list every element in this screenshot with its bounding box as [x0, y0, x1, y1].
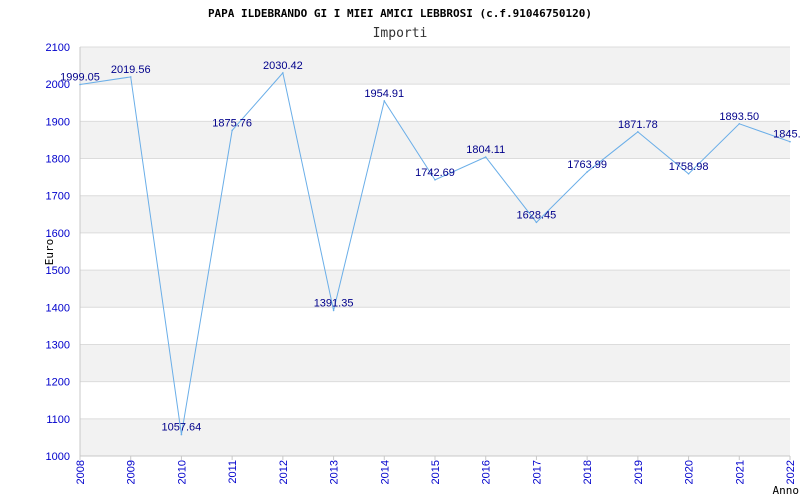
chart-subtitle: Importi [373, 26, 428, 41]
grid-band [80, 270, 790, 308]
x-tick-label: 2017 [531, 460, 543, 484]
grid-band [80, 195, 790, 233]
y-axis-label: Euro [43, 239, 56, 266]
data-point [129, 76, 132, 78]
y-tick-label: 1700 [46, 191, 70, 203]
data-point [484, 156, 487, 158]
y-tick-label: 1100 [46, 414, 70, 426]
x-tick-label: 2019 [633, 460, 645, 484]
x-tick-label: 2008 [75, 460, 87, 484]
data-point [180, 433, 183, 436]
data-label: 1804.11 [466, 144, 505, 156]
data-label: 1875.76 [212, 117, 252, 129]
data-point [586, 171, 588, 173]
y-tick-label: 1300 [46, 339, 70, 351]
data-point [332, 309, 335, 312]
data-label: 2030.42 [263, 60, 303, 72]
y-tick-label: 2100 [46, 42, 70, 54]
data-point [79, 83, 81, 86]
gridlines [80, 46, 790, 457]
x-tick-label: 2016 [481, 460, 493, 484]
grid-band [80, 47, 790, 85]
x-axis-label: Anno [773, 484, 800, 497]
x-tick-label: 2013 [329, 460, 341, 484]
data-label: 1742.69 [415, 167, 455, 179]
data-label: 1057.64 [162, 422, 202, 434]
data-label: 1999.05 [60, 72, 100, 84]
x-tick-label: 2011 [227, 460, 239, 484]
data-label: 1758.98 [669, 161, 709, 173]
data-point [383, 100, 386, 102]
data-label: 1763.99 [567, 159, 607, 171]
x-tick-label: 2021 [734, 460, 746, 484]
data-point [637, 131, 639, 133]
background-bands [80, 47, 790, 456]
x-tick-label: 2014 [379, 460, 391, 484]
x-tick-label: 2009 [126, 460, 138, 484]
y-tick-label: 1600 [46, 228, 70, 240]
data-point [687, 172, 690, 175]
y-tick-label: 1800 [46, 154, 70, 166]
data-label: 1871.78 [618, 119, 658, 131]
data-point [231, 129, 233, 132]
data-label: 1391.35 [314, 297, 354, 309]
data-point [434, 179, 436, 181]
data-point [282, 72, 284, 74]
data-point [738, 122, 741, 125]
x-tick-label: 2018 [582, 460, 594, 484]
y-tick-label: 1500 [46, 265, 70, 277]
line-chart: PAPA ILDEBRANDO GI I MIEI AMICI LEBBROSI… [43, 7, 800, 497]
data-label: 1845.3 [773, 129, 800, 141]
data-label: 2019.56 [111, 64, 151, 76]
x-tick-label: 2020 [684, 460, 696, 484]
x-tick-label: 2015 [430, 460, 442, 484]
y-tick-label: 1400 [46, 302, 70, 314]
x-tick-labels: 2008 2009 2010 2011 2012 2013 2014 2015 2016 2017… [75, 460, 797, 484]
grid-band [80, 121, 790, 159]
y-tick-label: 1200 [46, 377, 70, 389]
x-tick-label: 2010 [176, 460, 188, 484]
x-tick-label: 2022 [785, 460, 797, 484]
data-label: 1628.45 [517, 209, 557, 221]
data-point [789, 140, 791, 143]
y-tick-label: 1900 [46, 116, 70, 128]
data-point [535, 221, 538, 224]
data-label: 1954.91 [364, 88, 404, 100]
y-tick-label: 1000 [46, 451, 70, 463]
x-tick-label: 2012 [278, 460, 290, 484]
data-label: 1893.50 [719, 111, 759, 123]
axes [79, 47, 791, 460]
chart-title: PAPA ILDEBRANDO GI I MIEI AMICI LEBBROSI… [208, 7, 592, 20]
grid-band [80, 344, 790, 382]
